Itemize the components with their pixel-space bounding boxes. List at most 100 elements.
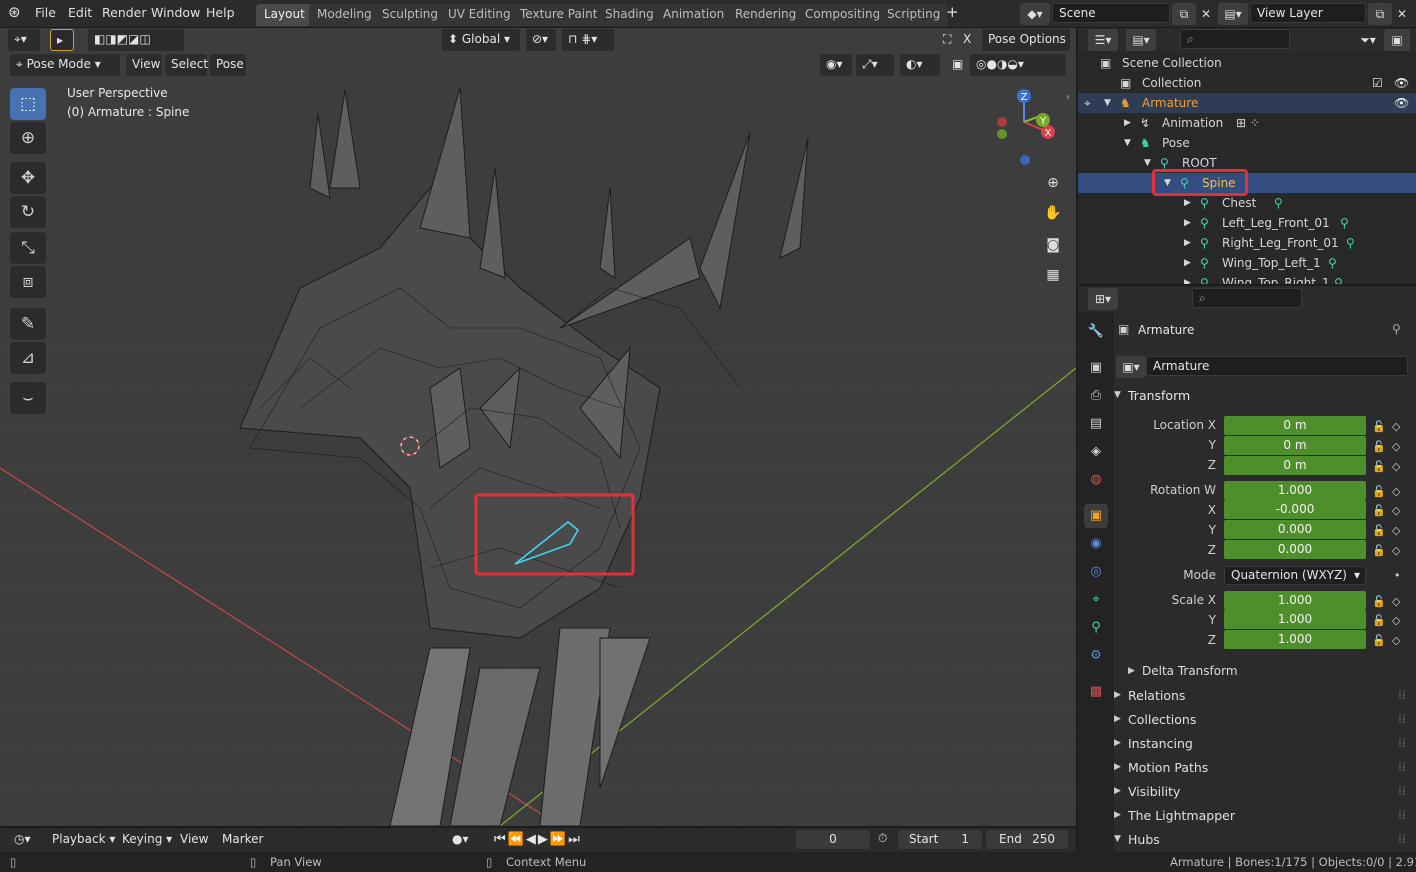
tab-scripting[interactable]: Scripting [879, 4, 949, 26]
keyframe-icon[interactable]: ◇ [1392, 485, 1400, 498]
tab-rendering[interactable]: Rendering [727, 4, 805, 26]
lock-icon[interactable]: 🔓 [1372, 440, 1386, 453]
properties-search-input[interactable]: ⌕ [1192, 288, 1302, 308]
keyframe-icon[interactable]: ◇ [1392, 460, 1400, 473]
start-frame-field[interactable]: Start 1 [898, 830, 982, 849]
rotation-w-field[interactable]: 1.000 [1224, 481, 1366, 500]
drag-handle-icon[interactable]: ⁞⁞ [1398, 711, 1406, 726]
keyframe-icon[interactable]: ◇ [1392, 614, 1400, 627]
expand-arrow-icon[interactable]: ▶ [1124, 118, 1131, 128]
visibility-panel[interactable]: ▶ Visibility ⁞⁞ [1114, 782, 1414, 804]
delete-scene-icon[interactable]: ✕ [1194, 3, 1218, 25]
drag-handle-icon[interactable]: ⁞⁞ [1398, 783, 1406, 798]
checkbox-icon[interactable]: ☑ [1372, 76, 1383, 90]
blender-logo-icon[interactable]: ⊛ [8, 3, 21, 21]
sidebar-toggle-icon[interactable]: ‹ [1066, 92, 1070, 103]
eye-icon[interactable]: 👁 [1394, 96, 1409, 110]
bone-constraint-tab-icon[interactable]: ⚙ [1084, 644, 1108, 668]
menu-edit[interactable]: Edit [68, 5, 92, 20]
pin-icon[interactable]: ⚲ [1392, 322, 1401, 336]
lock-icon[interactable]: 🔓 [1372, 504, 1386, 517]
outliner-row-animation[interactable]: ▶ ↯ Animation ⊞ ⁘ [1078, 113, 1416, 133]
view-layer-icon[interactable]: ▤▾ [1218, 3, 1248, 25]
view-layer-tab-icon[interactable]: ▤ [1084, 412, 1108, 436]
marker-menu[interactable]: Marker [216, 829, 266, 851]
scale-z-field[interactable]: 1.000 [1224, 630, 1366, 649]
render-tab-icon[interactable]: ▣ [1084, 356, 1108, 380]
object-tab-icon[interactable]: ▣ [1084, 504, 1108, 528]
overlay-icon[interactable]: ◐▾ [900, 54, 940, 76]
location-z-field[interactable]: 0 m [1224, 456, 1366, 475]
visibility-icon[interactable]: ◉▾ [820, 54, 852, 76]
perspective-toggle-icon[interactable]: ▦ [1040, 262, 1066, 288]
camera-view-icon[interactable]: ◙ [1040, 232, 1066, 258]
expand-arrow-icon[interactable]: ▶ [1184, 238, 1191, 248]
keying-menu[interactable]: Keying ▾ [116, 829, 174, 851]
scene-tab-icon[interactable]: ◈ [1084, 440, 1108, 464]
rotation-x-field[interactable]: -0.000 [1224, 500, 1366, 519]
current-frame-field[interactable]: 0 [796, 830, 870, 849]
keyframe-icon[interactable]: ◇ [1392, 544, 1400, 557]
cursor-tool-icon[interactable]: ⊕ [10, 122, 46, 154]
eye-icon[interactable]: 👁 [1394, 76, 1409, 90]
expand-arrow-icon[interactable]: ▼ [1124, 138, 1131, 148]
world-tab-icon[interactable]: ◍ [1084, 468, 1108, 492]
select-cursor-icon[interactable]: ▸ [50, 29, 74, 51]
drag-handle-icon[interactable]: ⁞⁞ [1398, 687, 1406, 702]
end-frame-field[interactable]: End 250 [986, 830, 1068, 849]
move-tool-icon[interactable]: ✥ [10, 162, 46, 194]
viewport-scene[interactable] [0, 28, 1076, 826]
lock-icon[interactable]: 🔓 [1372, 485, 1386, 498]
outliner-search-input[interactable]: ⌕ [1180, 29, 1290, 49]
keyframe-icon[interactable]: ◇ [1392, 504, 1400, 517]
pose-options-dropdown[interactable]: Pose Options [982, 29, 1070, 51]
keyframe-icon[interactable]: ◇ [1392, 634, 1400, 647]
outliner-row-wing-top-right[interactable]: ▶ ⚲ Wing_Top_Right_1 ⚲ [1078, 273, 1416, 284]
playback-menu[interactable]: Playback ▾ [46, 829, 115, 851]
outliner-row-scene-collection[interactable]: ▣ Scene Collection [1078, 53, 1416, 73]
collections-panel[interactable]: ▶ Collections ⁞⁞ [1114, 710, 1414, 732]
tab-texture-paint[interactable]: Texture Paint [512, 4, 606, 26]
outliner-row-pose[interactable]: ▼ ♞ Pose [1078, 133, 1416, 153]
rotation-z-field[interactable]: 0.000 [1224, 540, 1366, 559]
measure-tool-icon[interactable]: ⊿ [10, 342, 46, 374]
keyframe-icon[interactable]: ◇ [1392, 524, 1400, 537]
keyframe-icon[interactable]: ◇ [1392, 595, 1400, 608]
tab-animation[interactable]: Animation [655, 4, 733, 26]
keyframe-icon[interactable]: ◇ [1392, 420, 1400, 433]
menu-view[interactable]: View [126, 54, 162, 76]
tab-shading[interactable]: Shading [597, 4, 662, 26]
scale-y-field[interactable]: 1.000 [1224, 610, 1366, 629]
expand-arrow-icon[interactable]: ▶ [1128, 666, 1135, 676]
mirror-icon[interactable]: ⛶ [937, 29, 955, 51]
outliner-row-armature[interactable]: ⌖ ▼ ♞ Armature 👁 [1078, 93, 1416, 113]
tab-uv-editing[interactable]: UV Editing [440, 4, 519, 26]
expand-arrow-icon[interactable]: ▼ [1104, 98, 1111, 108]
auto-keying-icon[interactable]: ●▾ [446, 829, 482, 851]
lock-icon[interactable]: 🔓 [1372, 614, 1386, 627]
zoom-icon[interactable]: ⊕ [1040, 170, 1066, 196]
properties-editor-type-icon[interactable]: ⊞▾ [1088, 288, 1118, 310]
lightmapper-panel[interactable]: ▶ The Lightmapper ⁞⁞ [1114, 806, 1414, 828]
outliner-row-chest[interactable]: ▶ ⚲ Chest ⚲ [1078, 193, 1416, 213]
view-layer-selector[interactable]: View Layer [1250, 3, 1366, 23]
timeline-view-menu[interactable]: View [174, 829, 214, 851]
stopwatch-icon[interactable]: ⏱ [878, 831, 887, 846]
object-name-field[interactable]: Armature [1146, 356, 1408, 376]
tab-sculpting[interactable]: Sculpting [374, 4, 447, 26]
physics-tab-icon[interactable]: ◎ [1084, 560, 1108, 584]
lock-icon[interactable]: 🔓 [1372, 634, 1386, 647]
outliner-row-collection[interactable]: ▣ Collection ☑ 👁 [1078, 73, 1416, 93]
3d-viewport[interactable]: ⌖▾ ▸ ◧◨◩◪◫ ⬍ Global ▾ ⊘▾ ⊓ ⋕▾ ⛶ X Pose O… [0, 28, 1076, 826]
tool-tab-icon[interactable]: 🔧 [1084, 320, 1108, 344]
animate-dot-icon[interactable]: • [1394, 569, 1401, 582]
expand-arrow-icon[interactable]: ▼ [1144, 158, 1151, 168]
delta-transform-panel[interactable]: Delta Transform [1142, 664, 1238, 678]
instancing-panel[interactable]: ▶ Instancing ⁞⁞ [1114, 734, 1414, 756]
filter-icon[interactable]: ⏷▾ [1354, 29, 1382, 51]
rotation-y-field[interactable]: 0.000 [1224, 520, 1366, 539]
gizmo-icon[interactable]: ⤢▾ [856, 54, 894, 76]
pivot-icon[interactable]: ⊘▾ [526, 29, 556, 51]
outliner-row-wing-top-left[interactable]: ▶ ⚲ Wing_Top_Left_1 ⚲ [1078, 253, 1416, 273]
outliner-row-left-leg-front[interactable]: ▶ ⚲ Left_Leg_Front_01 ⚲ [1078, 213, 1416, 233]
